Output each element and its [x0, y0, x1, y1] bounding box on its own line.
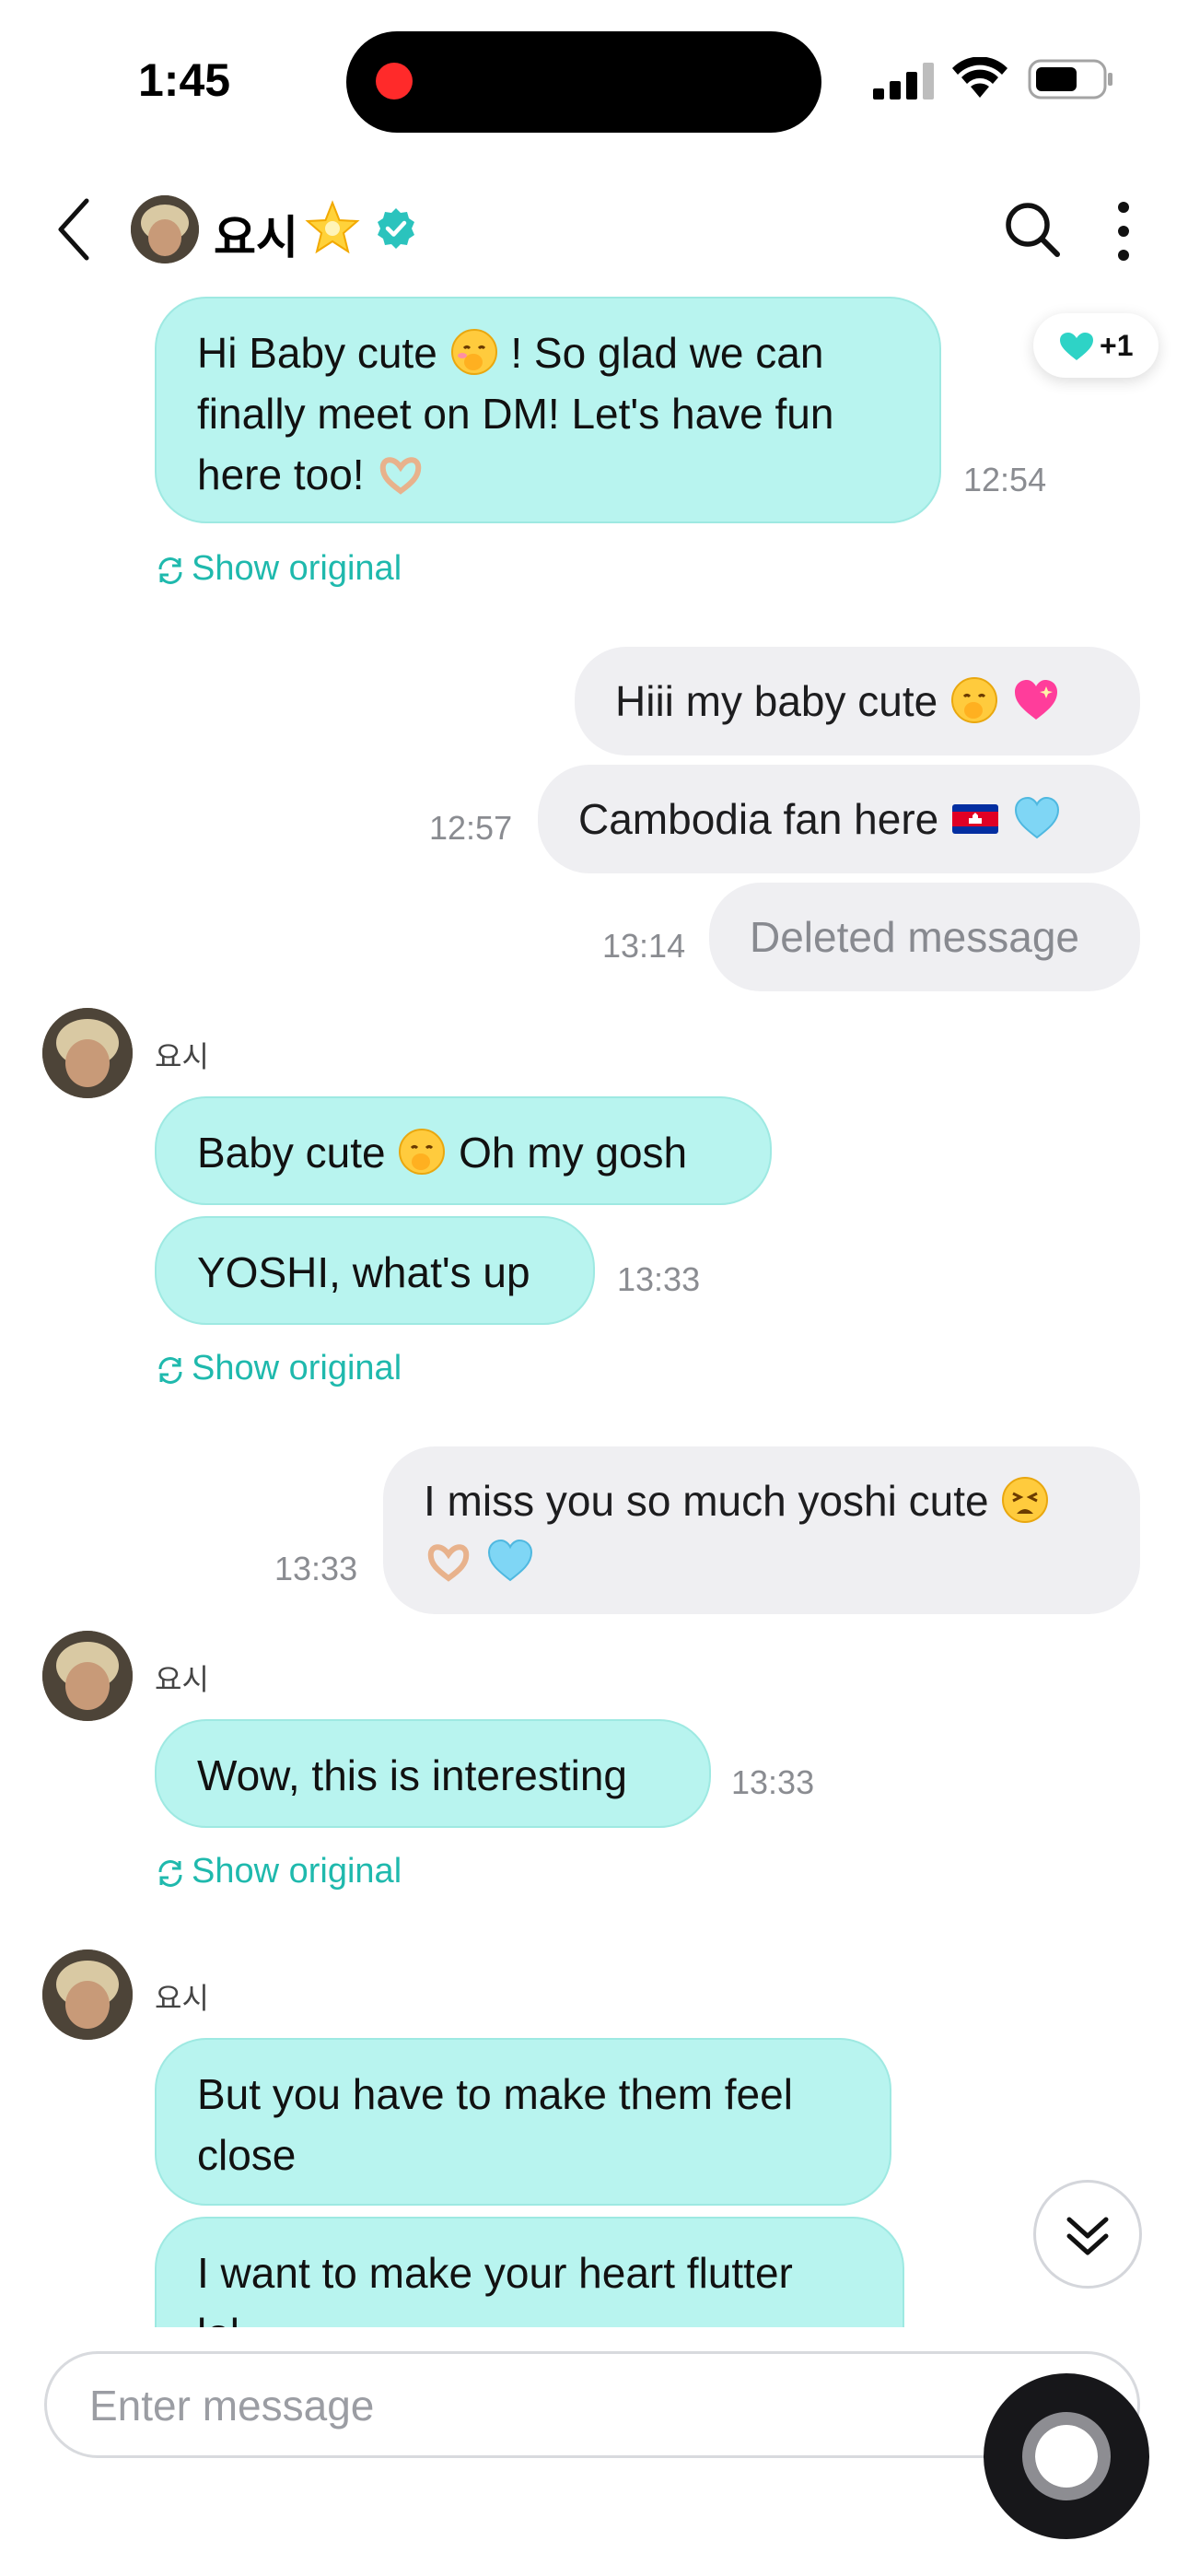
shushing-face-emoji-icon [450, 329, 497, 375]
status-time: 1:45 [138, 54, 231, 106]
message-text: Cambodia fan here [578, 795, 939, 843]
tired-face-emoji-icon [1002, 1477, 1049, 1523]
sender-name: 요시 [155, 1982, 209, 2015]
scroll-to-bottom-button[interactable] [1033, 2180, 1142, 2289]
show-original-link[interactable]: Show original [155, 1349, 402, 1388]
message-clip-region: I want to make your heart flutter lol [0, 2217, 1188, 2327]
message-text: Hi Baby cute [197, 329, 437, 377]
reaction-badge[interactable]: +1 [1033, 313, 1159, 378]
reaction-count: +1 [1100, 329, 1134, 362]
more-options-button[interactable] [1105, 199, 1142, 263]
message-time: 13:14 [602, 927, 686, 965]
message-text: But you have to make them feel [197, 2070, 793, 2118]
message-input[interactable] [89, 2376, 918, 2435]
message-bubble-incoming[interactable]: But you have to make them feel close [155, 2038, 891, 2206]
message-time: 13:33 [617, 1260, 701, 1298]
message-time: 12:57 [429, 809, 513, 847]
sender-name: 요시 [155, 1040, 209, 1073]
message-bubble-outgoing[interactable]: Cambodia fan here [538, 765, 1140, 873]
message-text: I miss you so much yoshi cute [424, 1477, 989, 1525]
back-button[interactable] [52, 195, 98, 263]
message-time: 13:33 [731, 1763, 815, 1801]
message-text: Baby cute [197, 1129, 386, 1177]
cambodia-flag-emoji-icon [952, 804, 999, 834]
dynamic-island [346, 31, 821, 133]
camera-shutter-icon [1035, 2425, 1098, 2488]
message-bubble-incoming[interactable]: I want to make your heart flutter lol [155, 2217, 904, 2327]
message-text: here too! [197, 451, 365, 498]
sender-avatar[interactable] [42, 1008, 133, 1098]
heart-reaction-icon [1060, 333, 1093, 360]
message-bubble-outgoing[interactable]: Hiii my baby cute [575, 647, 1140, 755]
message-text: lol [197, 2310, 239, 2327]
cellular-signal-icon [873, 63, 934, 100]
message-text: finally meet on DM! Let's have fun [197, 390, 834, 438]
heart-hands-emoji-icon [427, 1544, 470, 1582]
battery-icon [1028, 59, 1112, 100]
message-composer[interactable] [44, 2351, 1140, 2458]
sender-name: 요시 [155, 1663, 209, 1696]
chat-title[interactable]: 요시 [214, 201, 298, 267]
sparkling-heart-emoji-icon [1014, 680, 1057, 720]
message-text: Oh my gosh [459, 1129, 688, 1177]
message-text: Hiii my baby cute [615, 677, 938, 725]
shushing-face-emoji-icon [951, 677, 998, 723]
star-icon [305, 200, 360, 254]
double-chevron-down-icon [1066, 2217, 1109, 2255]
message-bubble-incoming[interactable]: Wow, this is interesting [155, 1719, 711, 1828]
message-text: close [197, 2131, 297, 2179]
message-time: 13:33 [274, 1550, 358, 1587]
message-text: Wow, this is interesting [197, 1751, 628, 1799]
sender-avatar[interactable] [42, 1631, 133, 1721]
message-text: YOSHI, what's up [197, 1248, 530, 1296]
deleted-message-bubble[interactable]: Deleted message [709, 883, 1140, 991]
translate-icon [158, 557, 182, 584]
translate-icon [158, 1860, 182, 1887]
shushing-face-emoji-icon [399, 1129, 446, 1175]
message-text: Deleted message [750, 913, 1079, 961]
message-bubble-incoming[interactable]: Hi Baby cute ! So glad we can finally me… [155, 297, 941, 523]
show-original-link[interactable]: Show original [155, 549, 402, 589]
message-bubble-outgoing[interactable]: I miss you so much yoshi cute [383, 1446, 1140, 1614]
message-text: ! So glad we can [510, 329, 824, 377]
message-time: 12:54 [963, 461, 1047, 498]
heart-hands-emoji-icon [380, 457, 422, 495]
light-blue-heart-emoji-icon [1014, 796, 1059, 839]
search-button[interactable] [1002, 199, 1063, 260]
camera-action-button[interactable] [984, 2373, 1149, 2539]
message-bubble-incoming[interactable]: Baby cute Oh my gosh [155, 1096, 772, 1205]
message-text: I want to make your heart flutter [197, 2249, 793, 2297]
sender-avatar[interactable] [42, 1950, 133, 2040]
header-avatar[interactable] [131, 195, 199, 263]
message-bubble-incoming[interactable]: YOSHI, what's up [155, 1216, 595, 1325]
translate-icon [158, 1357, 182, 1384]
show-original-link[interactable]: Show original [155, 1852, 402, 1891]
wifi-icon [952, 57, 1007, 98]
light-blue-heart-emoji-icon [487, 1539, 532, 1582]
recording-indicator-icon [376, 63, 413, 100]
verified-badge-icon [378, 208, 414, 249]
